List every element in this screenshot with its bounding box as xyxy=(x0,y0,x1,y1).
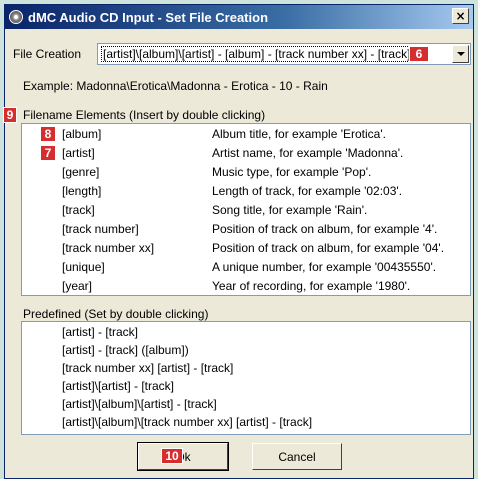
file-creation-value: [artist]\[album]\[artist] - [album] - [t… xyxy=(101,46,413,62)
dropdown-button[interactable] xyxy=(452,45,469,63)
cd-audio-icon xyxy=(9,10,23,24)
set-file-creation-dialog: dMC Audio CD Input - Set File Creation ×… xyxy=(3,4,474,479)
predefined-header: Predefined (Set by double clicking) xyxy=(23,307,209,321)
list-item[interactable]: [genre] Music type, for example 'Pop'. xyxy=(22,165,470,182)
list-item[interactable]: [year] Year of recording, for example '19… xyxy=(22,279,470,296)
list-item[interactable]: [artist] - [track] xyxy=(62,325,138,342)
list-item[interactable]: [track number xx] Position of track on al… xyxy=(22,241,470,258)
window-title: dMC Audio CD Input - Set File Creation xyxy=(28,9,269,25)
list-item[interactable]: [length] Length of track, for example '02… xyxy=(22,184,470,201)
list-item[interactable]: [track number] Position of track on album… xyxy=(22,222,470,239)
list-item[interactable]: [unique] A unique number, for example '00… xyxy=(22,260,470,277)
cancel-button[interactable]: Cancel xyxy=(252,443,342,470)
list-item[interactable]: [track number xx] [artist] - [track] xyxy=(62,361,233,378)
list-item[interactable]: [artist]\[artist] - [track] xyxy=(62,379,174,396)
file-creation-label: File Creation xyxy=(13,47,82,61)
callout-badge-7: 7 xyxy=(40,145,56,161)
callout-badge-9: 9 xyxy=(3,107,17,123)
chevron-down-icon xyxy=(456,52,465,56)
close-icon: × xyxy=(455,9,466,23)
list-item[interactable]: [artist] Artist name, for example 'Madonn… xyxy=(22,146,470,163)
list-item[interactable]: [artist]\[album]\[artist] - [track] xyxy=(62,397,217,414)
cancel-label: Cancel xyxy=(278,449,316,464)
filename-elements-header: Filename Elements (Insert by double clic… xyxy=(23,108,266,122)
filename-elements-list[interactable]: [album] Album title, for example 'Erotica… xyxy=(21,123,471,296)
callout-badge-8: 8 xyxy=(40,126,56,142)
example-text: Example: Madonna\Erotica\Madonna - Eroti… xyxy=(23,79,328,93)
callout-badge-6: 6 xyxy=(409,46,429,62)
list-item[interactable]: [album] Album title, for example 'Erotica… xyxy=(22,127,470,144)
ok-button[interactable]: Ok xyxy=(137,442,229,471)
list-item[interactable]: [artist] - [track] ([album]) xyxy=(62,343,189,360)
list-item[interactable]: [artist]\[album]\[track number xx] [arti… xyxy=(62,415,312,432)
title-bar[interactable]: dMC Audio CD Input - Set File Creation × xyxy=(5,5,473,29)
callout-badge-10: 10 xyxy=(161,448,183,464)
close-button[interactable]: × xyxy=(452,8,469,24)
list-item[interactable]: [track] Song title, for example 'Rain'. xyxy=(22,203,470,220)
predefined-list[interactable]: [artist] - [track] [artist] - [track] ([… xyxy=(21,321,471,435)
